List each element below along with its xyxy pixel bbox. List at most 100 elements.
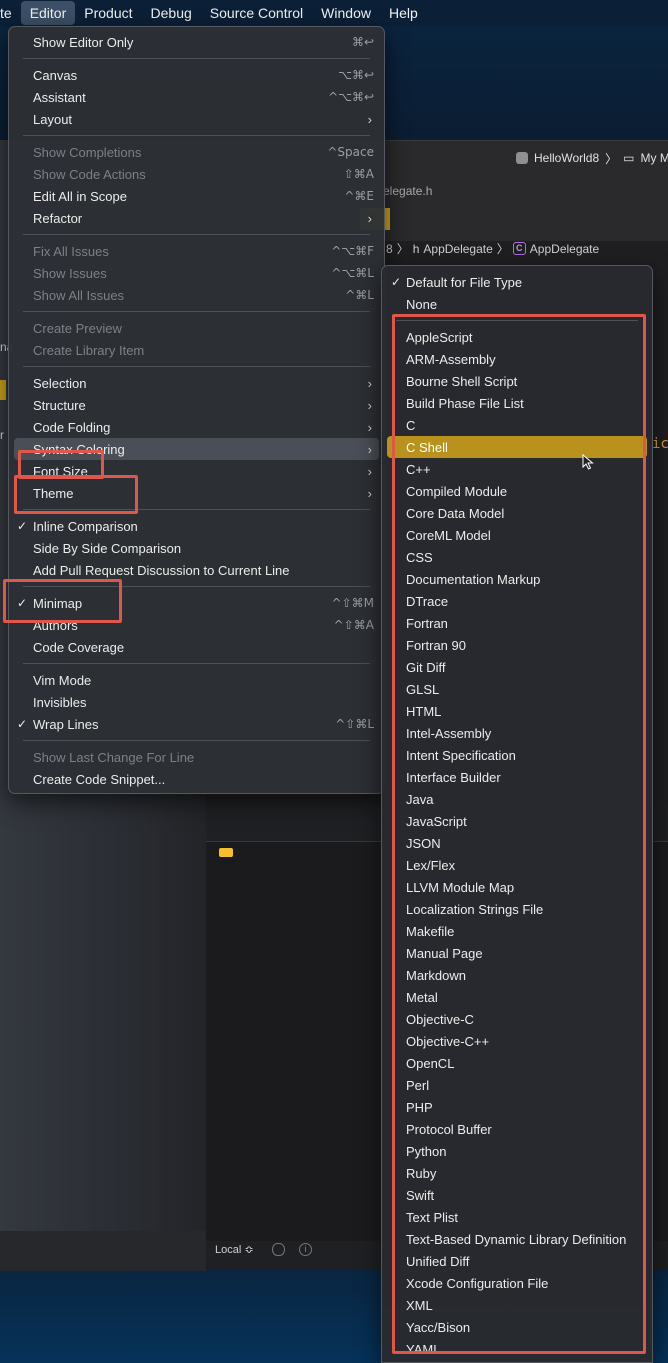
submenu-item-python[interactable]: Python <box>387 1140 647 1162</box>
submenu-item-none[interactable]: None <box>387 293 647 315</box>
menu-item-assistant[interactable]: Assistant ^⌥⌘↩ <box>14 86 379 108</box>
submenu-item-markdown[interactable]: Markdown <box>387 964 647 986</box>
submenu-item-protocol-buffer[interactable]: Protocol Buffer <box>387 1118 647 1140</box>
menu-item-authors[interactable]: Authors ^⇧⌘A <box>14 614 379 636</box>
menu-item-syntax-coloring[interactable]: Syntax Coloring › <box>14 438 379 460</box>
menu-item-side-by-side-comparison[interactable]: Side By Side Comparison <box>14 537 379 559</box>
submenu-item-c-shell[interactable]: C Shell <box>387 436 647 458</box>
menu-source-control[interactable]: Source Control <box>201 1 312 25</box>
submenu-item-localization-strings-file[interactable]: Localization Strings File <box>387 898 647 920</box>
submenu-item-llvm-module-map[interactable]: LLVM Module Map <box>387 876 647 898</box>
submenu-item-makefile[interactable]: Makefile <box>387 920 647 942</box>
submenu-item-bourne-shell-script[interactable]: Bourne Shell Script <box>387 370 647 392</box>
submenu-item-interface-builder[interactable]: Interface Builder <box>387 766 647 788</box>
menu-item-vim-mode[interactable]: Vim Mode <box>14 669 379 691</box>
submenu-item-unified-diff[interactable]: Unified Diff <box>387 1250 647 1272</box>
submenu-item-text-based-dynamic-library-definition[interactable]: Text-Based Dynamic Library Definition <box>387 1228 647 1250</box>
submenu-item-metal[interactable]: Metal <box>387 986 647 1008</box>
menu-item-structure[interactable]: Structure › <box>14 394 379 416</box>
submenu-item-git-diff[interactable]: Git Diff <box>387 656 647 678</box>
submenu-item-php[interactable]: PHP <box>387 1096 647 1118</box>
submenu-item-c[interactable]: C <box>387 414 647 436</box>
submenu-item-documentation-markup[interactable]: Documentation Markup <box>387 568 647 590</box>
scheme-selector[interactable]: HelloWorld8 〉 ▭ My Mac <box>510 148 668 168</box>
eye-icon[interactable] <box>272 1243 285 1256</box>
menu-item-show-issues: Show Issues ^⌥⌘L <box>14 262 379 284</box>
submenu-item-applescript[interactable]: AppleScript <box>387 326 647 348</box>
submenu-item-lex-flex[interactable]: Lex/Flex <box>387 854 647 876</box>
submenu-item-glsl[interactable]: GLSL <box>387 678 647 700</box>
submenu-item-core-data-model[interactable]: Core Data Model <box>387 502 647 524</box>
menu-item-show-editor-only[interactable]: Show Editor Only ⌘↩ <box>14 31 379 53</box>
submenu-item-objective-c[interactable]: Objective-C++ <box>387 1030 647 1052</box>
menu-te[interactable]: te <box>0 1 21 25</box>
submenu-item-intent-specification[interactable]: Intent Specification <box>387 744 647 766</box>
chevron-right-icon: 〉 <box>605 151 618 166</box>
submenu-item-ruby[interactable]: Ruby <box>387 1162 647 1184</box>
submenu-item-xcode-configuration-file[interactable]: Xcode Configuration File <box>387 1272 647 1294</box>
submenu-item-intel-assembly[interactable]: Intel-Assembly <box>387 722 647 744</box>
submenu-item-fortran-90[interactable]: Fortran 90 <box>387 634 647 656</box>
crumb-symbol[interactable]: AppDelegate <box>530 242 599 256</box>
menu-window[interactable]: Window <box>312 1 380 25</box>
submenu-item-dtrace[interactable]: DTrace <box>387 590 647 612</box>
menu-item-code-coverage[interactable]: Code Coverage <box>14 636 379 658</box>
menu-item-minimap[interactable]: ✓ Minimap ^⇧⌘M <box>14 592 379 614</box>
submenu-item-text-plist[interactable]: Text Plist <box>387 1206 647 1228</box>
submenu-item-manual-page[interactable]: Manual Page <box>387 942 647 964</box>
file-tab[interactable]: elegate.h <box>383 184 432 198</box>
crumb-file[interactable]: AppDelegate <box>423 242 492 256</box>
submenu-item-javascript[interactable]: JavaScript <box>387 810 647 832</box>
submenu-item-yacc-bison[interactable]: Yacc/Bison <box>387 1316 647 1338</box>
submenu-item-swift[interactable]: Swift <box>387 1184 647 1206</box>
submenu-item-yaml[interactable]: YAML <box>387 1338 647 1360</box>
syntax-coloring-submenu: ✓ Default for File Type None AppleScript ARM… <box>381 265 653 1363</box>
submenu-item-build-phase-file-list[interactable]: Build Phase File List <box>387 392 647 414</box>
submenu-item-fortran[interactable]: Fortran <box>387 612 647 634</box>
submenu-item-default-for-file-type[interactable]: ✓ Default for File Type <box>387 271 647 293</box>
menu-product[interactable]: Product <box>75 1 141 25</box>
submenu-item-java[interactable]: Java <box>387 788 647 810</box>
submenu-item-perl[interactable]: Perl <box>387 1074 647 1096</box>
menu-item-add-pull-request-discussion-to-current-line[interactable]: Add Pull Request Discussion to Current L… <box>14 559 379 581</box>
submenu-item-json[interactable]: JSON <box>387 832 647 854</box>
menu-item-label: Code Folding <box>33 419 111 435</box>
submenu-item-opencl[interactable]: OpenCL <box>387 1052 647 1074</box>
menu-item-inline-comparison[interactable]: ✓ Inline Comparison <box>14 515 379 537</box>
menu-debug[interactable]: Debug <box>142 1 201 25</box>
submenu-item-label: Metal <box>406 989 438 1005</box>
menu-item-canvas[interactable]: Canvas ⌥⌘↩ <box>14 64 379 86</box>
mac-icon: ▭ <box>623 151 635 165</box>
menu-item-invisibles[interactable]: Invisibles <box>14 691 379 713</box>
breadcrumb[interactable]: 8 〉 h AppDelegate 〉 C AppDelegate <box>386 240 599 257</box>
mouse-cursor-icon <box>582 454 594 470</box>
breakpoint-marker[interactable] <box>219 848 233 857</box>
submenu-item-coreml-model[interactable]: CoreML Model <box>387 524 647 546</box>
submenu-item-arm-assembly[interactable]: ARM-Assembly <box>387 348 647 370</box>
info-icon[interactable]: i <box>299 1243 312 1256</box>
menu-item-shortcut: ⌥⌘↩ <box>338 68 374 82</box>
menu-item-wrap-lines[interactable]: ✓ Wrap Lines ^⇧⌘L <box>14 713 379 735</box>
menu-editor[interactable]: Editor <box>20 1 76 25</box>
menu-item-selection[interactable]: Selection › <box>14 372 379 394</box>
local-variables-selector[interactable]: Local ≎ <box>215 1243 254 1256</box>
menu-help[interactable]: Help <box>380 1 427 25</box>
crumb-project[interactable]: 8 <box>386 242 393 256</box>
submenu-item-objective-c[interactable]: Objective-C <box>387 1008 647 1030</box>
menu-separator <box>23 366 370 367</box>
menu-item-code-folding[interactable]: Code Folding › <box>14 416 379 438</box>
menu-item-edit-all-in-scope[interactable]: Edit All in Scope ^⌘E <box>14 185 379 207</box>
menu-item-create-code-snippet[interactable]: Create Code Snippet... <box>14 768 379 790</box>
menu-separator <box>23 663 370 664</box>
menu-item-layout[interactable]: Layout › <box>14 108 379 130</box>
submenu-item-xml[interactable]: XML <box>387 1294 647 1316</box>
checkmark-icon: ✓ <box>17 596 28 610</box>
menu-item-refactor[interactable]: Refactor › <box>14 207 379 229</box>
submenu-item-html[interactable]: HTML <box>387 700 647 722</box>
menu-item-theme[interactable]: Theme › <box>14 482 379 504</box>
submenu-item-label: YAML <box>406 1341 441 1357</box>
submenu-item-css[interactable]: CSS <box>387 546 647 568</box>
submenu-item-c[interactable]: C++ <box>387 458 647 480</box>
menu-item-font-size[interactable]: Font Size › <box>14 460 379 482</box>
submenu-item-compiled-module[interactable]: Compiled Module <box>387 480 647 502</box>
